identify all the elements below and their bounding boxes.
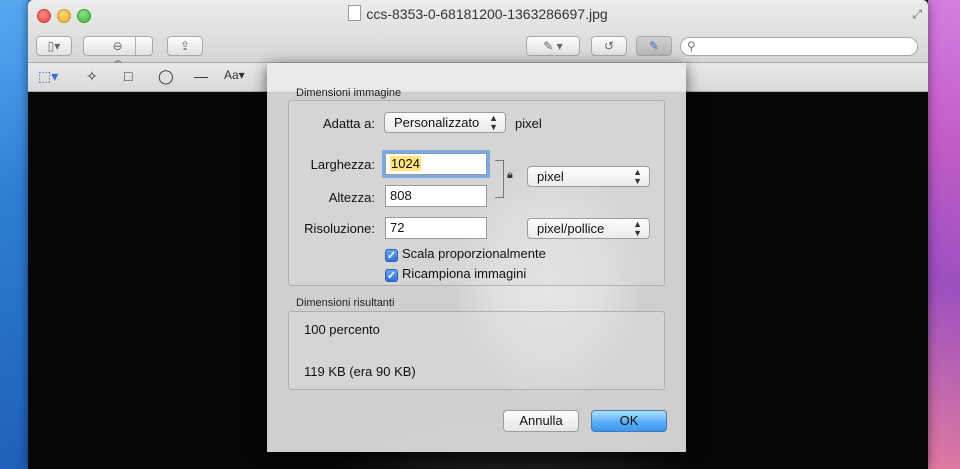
resolution-field[interactable]: 72 xyxy=(385,217,487,239)
markup-button[interactable]: ✎ ▾ xyxy=(526,36,580,56)
desktop-wallpaper-right xyxy=(928,0,960,469)
height-label: Altezza: xyxy=(328,190,375,205)
lock-icon: 🔒︎ xyxy=(507,169,513,181)
resulting-dimensions-heading: Dimensioni risultanti xyxy=(296,297,395,309)
text-icon[interactable]: Aa▾ xyxy=(224,68,245,82)
share-icon: ⇪ xyxy=(179,39,191,53)
rotate-icon: ↺ xyxy=(603,39,615,53)
width-field[interactable]: 1024 xyxy=(385,153,487,175)
rect-selection-icon[interactable]: ⬚▾ xyxy=(38,68,58,85)
pen-icon: ✎ ▾ xyxy=(543,39,563,53)
resolution-value: 72 xyxy=(390,220,405,235)
ok-button[interactable]: OK xyxy=(591,410,667,432)
share-button[interactable]: ⇪ xyxy=(167,36,203,56)
proportion-bracket xyxy=(495,160,504,198)
width-value: 1024 xyxy=(390,156,421,171)
document-icon xyxy=(348,5,362,21)
scale-proportionally-label: Scala proporzionalmente xyxy=(402,246,546,261)
zoom-out-icon: ⊖ xyxy=(112,39,123,53)
magic-wand-icon[interactable]: ✧ xyxy=(86,68,98,85)
checkmark-icon: ✓ xyxy=(385,249,398,262)
fit-value: Personalizzato xyxy=(394,115,480,130)
image-dimensions-heading: Dimensioni immagine xyxy=(296,87,402,99)
sidebar-icon: ▯▾ xyxy=(47,39,61,53)
height-field[interactable]: 808 xyxy=(385,185,487,207)
adjust-size-sheet: Dimensioni immagine Adatta a: Personaliz… xyxy=(267,63,686,452)
search-icon: ⚲ xyxy=(687,39,696,53)
resample-image-label: Ricampiona immagini xyxy=(402,266,527,281)
window-title: ccs-8353-0-68181200-1363286697.jpg xyxy=(366,6,608,22)
fit-popup[interactable]: Personalizzato ▲ ▼ xyxy=(384,112,506,133)
cancel-button[interactable]: Annulla xyxy=(503,410,579,432)
fit-label: Adatta a: xyxy=(322,116,375,131)
chevron-updown-icon: ▲ ▼ xyxy=(489,113,498,132)
zoom-out-button[interactable]: ⊖ xyxy=(101,37,136,55)
size-unit-value: pixel xyxy=(537,169,564,184)
height-value: 808 xyxy=(390,188,412,203)
search-field[interactable]: ⚲ xyxy=(680,37,918,56)
scale-proportionally-checkbox[interactable]: ✓ Scala proporzionalmente xyxy=(385,246,546,264)
resulting-file-size: 119 KB (era 90 KB) xyxy=(304,364,416,379)
chevron-updown-icon: ▲ ▼ xyxy=(633,219,642,238)
checkmark-icon: ✓ xyxy=(385,269,398,282)
rectangle-icon[interactable]: □ xyxy=(124,68,132,84)
rotate-button[interactable]: ↺ xyxy=(591,36,627,56)
title-bar: ccs-8353-0-68181200-1363286697.jpg ⤢ ▯▾ … xyxy=(28,0,928,71)
oval-icon[interactable]: ◯ xyxy=(158,68,174,85)
zoom-segmented-control: ⊖⊕ xyxy=(83,36,153,71)
fit-unit-label: pixel xyxy=(515,116,542,131)
fullscreen-icon[interactable]: ⤢ xyxy=(912,7,922,22)
edit-toolbar-button[interactable]: ✎ xyxy=(636,36,672,56)
width-label: Larghezza: xyxy=(310,157,375,172)
desktop-wallpaper-left xyxy=(0,0,28,469)
window-title-area: ccs-8353-0-68181200-1363286697.jpg xyxy=(28,5,928,22)
resolution-unit-popup[interactable]: pixel/pollice ▲ ▼ xyxy=(527,218,650,239)
resolution-label: Risoluzione: xyxy=(304,221,375,236)
sidebar-button[interactable]: ▯▾ xyxy=(36,36,72,56)
resample-image-checkbox[interactable]: ✓ Ricampiona immagini xyxy=(385,266,526,284)
line-icon[interactable]: — xyxy=(194,68,208,84)
edit-toolbar-icon: ✎ xyxy=(648,39,660,53)
resolution-unit-value: pixel/pollice xyxy=(537,221,605,236)
resulting-percent: 100 percento xyxy=(304,322,380,337)
chevron-updown-icon: ▲ ▼ xyxy=(633,167,642,186)
size-unit-popup[interactable]: pixel ▲ ▼ xyxy=(527,166,650,187)
